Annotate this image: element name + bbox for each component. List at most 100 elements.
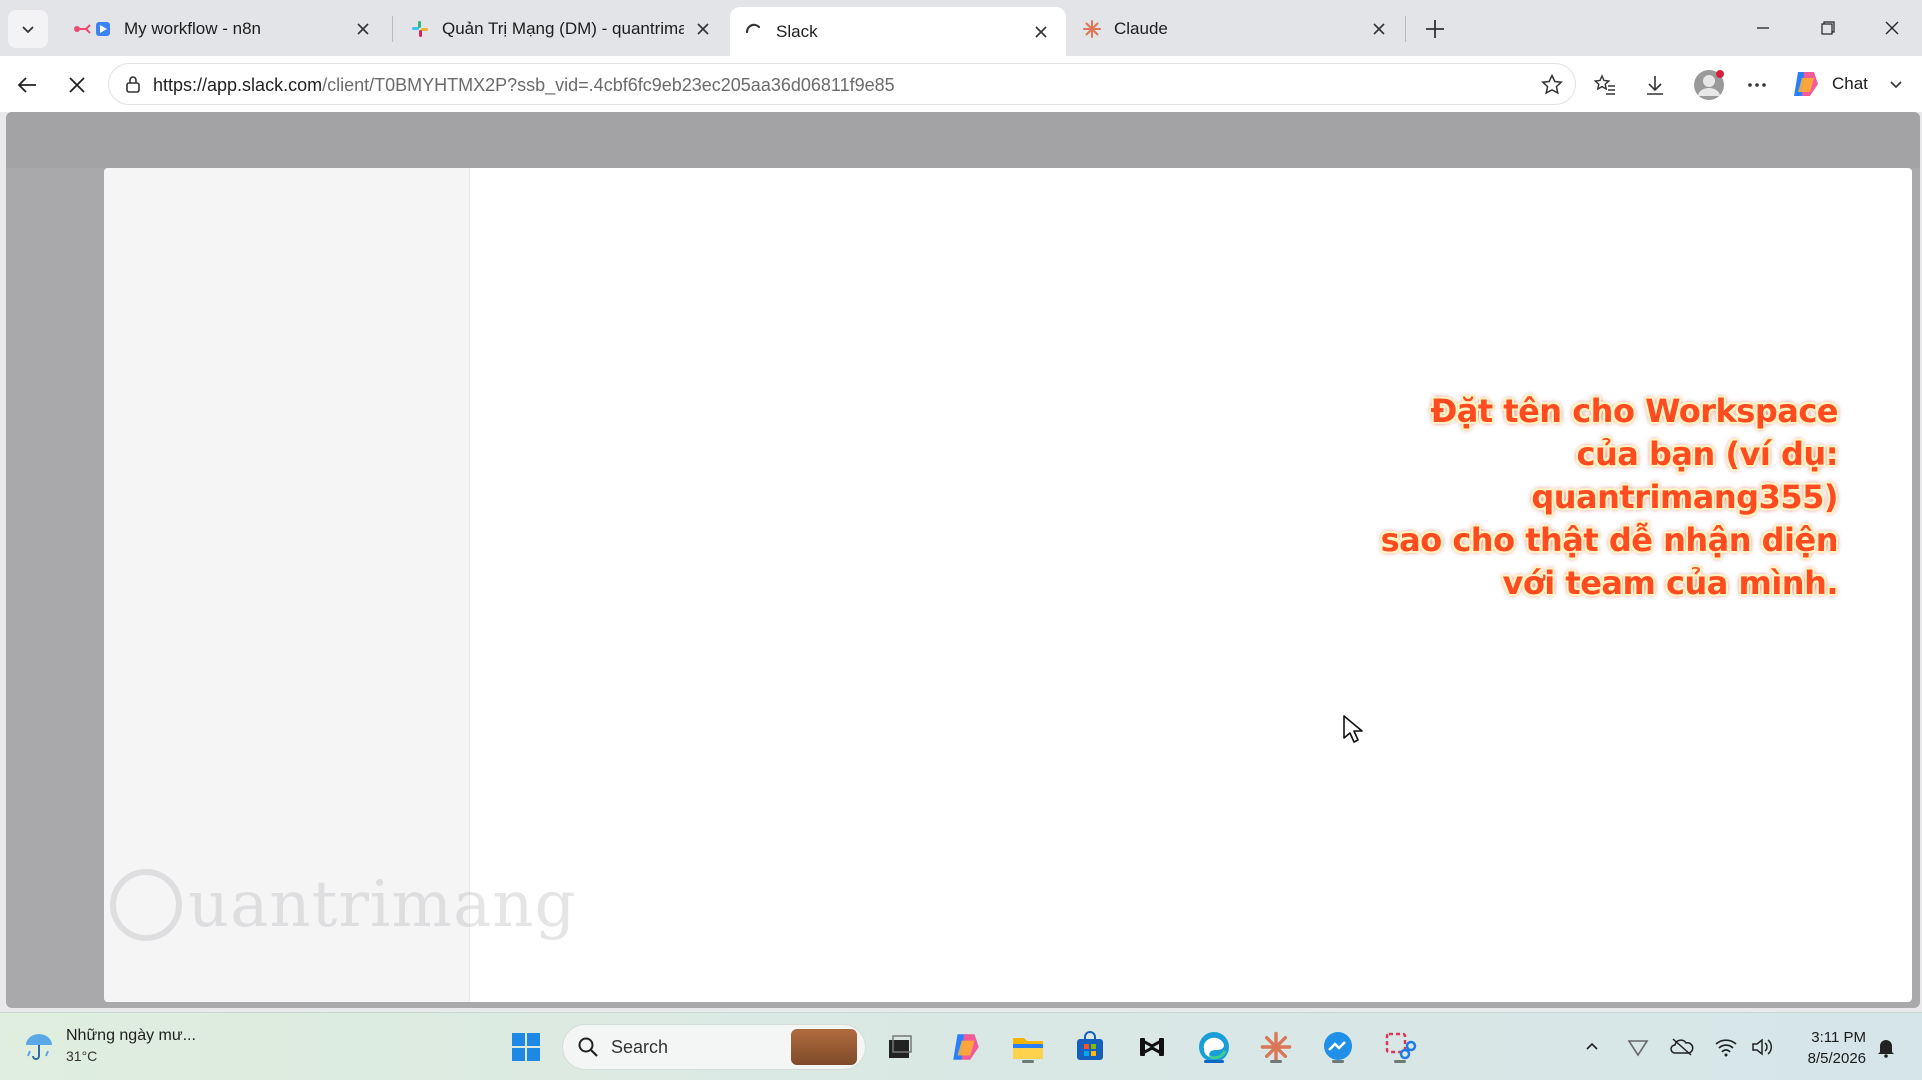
close-tab-icon[interactable] (352, 18, 374, 40)
copilot-chat-button[interactable]: Chat (1790, 66, 1904, 102)
tab-title: Claude (1114, 18, 1168, 38)
tab-title: My workflow - n8n (124, 18, 261, 38)
messenger-app-button[interactable] (1318, 1027, 1358, 1067)
copilot-icon (1794, 72, 1818, 96)
copilot-taskbar-button[interactable] (946, 1027, 986, 1067)
close-tab-icon[interactable] (692, 18, 714, 40)
show-hidden-icons-button[interactable] (1578, 1033, 1606, 1061)
close-icon (1885, 21, 1899, 35)
tab-separator (392, 16, 393, 42)
cloud-off-icon (1670, 1038, 1694, 1056)
capcut-icon (1140, 1038, 1164, 1056)
copilot-icon (953, 1034, 979, 1060)
search-highlight-image (791, 1029, 857, 1065)
slack-sidebar-placeholder: uantrimang (104, 168, 575, 1002)
chat-label: Chat (1832, 74, 1868, 93)
system-clock[interactable]: 3:11 PM 8/5/2026 (1788, 1027, 1866, 1069)
onedrive-tray-button[interactable] (1668, 1033, 1696, 1061)
downloads-button[interactable] (1638, 68, 1672, 102)
more-horizontal-icon (1748, 83, 1766, 87)
snipping-tool-icon (1385, 1032, 1417, 1060)
favorite-star-button[interactable] (1539, 72, 1565, 98)
microsoft-store-button[interactable] (1070, 1027, 1110, 1067)
tab-separator (1405, 16, 1406, 42)
weather-description: Những ngày mư... (66, 1027, 196, 1044)
back-button[interactable] (10, 68, 44, 102)
file-explorer-button[interactable] (1008, 1027, 1048, 1067)
browser-toolbar: https://app.slack.com/client/T0BMYHTMX2P… (0, 56, 1922, 112)
n8n-icon (72, 19, 112, 39)
loading-spinner-icon (744, 22, 764, 42)
minimize-button[interactable] (1738, 8, 1788, 48)
annotation-line: của bạn (ví dụ: quantrimang355) (1531, 435, 1838, 516)
tab-title: Quản Trị Mạng (DM) - quantrimang (442, 18, 684, 38)
start-button[interactable] (506, 1027, 546, 1067)
slack-top-bar-loading (6, 112, 1920, 168)
address-bar[interactable]: https://app.slack.com/client/T0BMYHTMX2P… (108, 63, 1576, 105)
page-viewport: uantrimang Đặt tên cho Workspace của bạn… (6, 112, 1920, 1008)
restore-icon (1821, 21, 1835, 35)
taskbar-search-box[interactable]: Search (562, 1024, 866, 1070)
download-icon (1647, 76, 1663, 95)
weather-widget[interactable]: Những ngày mư... 31°C (22, 1025, 196, 1067)
stop-loading-button[interactable] (60, 68, 94, 102)
clock-time: 3:11 PM (1811, 1029, 1866, 1046)
tab-title: Slack (776, 21, 818, 41)
tab-actions-menu-button[interactable] (8, 10, 48, 48)
browser-tab-strip: My workflow - n8n Quản Trị Mạng (DM) - q… (0, 0, 1922, 56)
network-tray-button[interactable] (1712, 1033, 1740, 1061)
site-info-icon[interactable] (123, 74, 143, 94)
close-tab-icon[interactable] (1030, 21, 1052, 43)
close-tab-icon[interactable] (1368, 18, 1390, 40)
watermark-logo-icon (110, 869, 182, 941)
favorites-list-icon (1593, 74, 1615, 95)
task-view-button[interactable] (880, 1027, 920, 1067)
notification-bell-icon (1878, 1040, 1894, 1058)
quantrimang-watermark: uantrimang (110, 868, 576, 942)
tab-quantrimang-slack[interactable]: Quản Trị Mạng (DM) - quantrimang (396, 7, 728, 50)
url-host: https://app.slack.com (153, 75, 323, 95)
store-bag-icon (1077, 1031, 1103, 1060)
weather-temperature: 31°C (66, 1048, 98, 1064)
windows-logo-icon (512, 1033, 540, 1061)
clock-date: 8/5/2026 (1807, 1050, 1866, 1067)
mouse-pointer-icon (1343, 715, 1363, 743)
chat-bubble-icon (1324, 1032, 1352, 1060)
avatar-icon (1694, 70, 1724, 100)
running-indicator (1022, 1060, 1034, 1063)
chevron-down-icon[interactable] (1888, 76, 1904, 92)
slack-workspace-loading-panel: uantrimang Đặt tên cho Workspace của bạn… (104, 168, 1912, 1002)
chevron-down-icon (22, 26, 34, 34)
claude-icon (1082, 19, 1102, 39)
volume-tray-button[interactable] (1748, 1033, 1776, 1061)
minimize-icon (1757, 27, 1769, 29)
vpn-tray-button[interactable] (1624, 1033, 1652, 1061)
windows-taskbar: Những ngày mư... 31°C Search 3:11 PM 8/5… (0, 1012, 1922, 1080)
snipping-tool-button[interactable] (1380, 1027, 1420, 1067)
favorites-button[interactable] (1588, 68, 1622, 102)
restore-button[interactable] (1803, 8, 1853, 48)
tab-slack[interactable]: Slack (730, 7, 1066, 56)
claude-app-button[interactable] (1256, 1027, 1296, 1067)
tab-claude[interactable]: Claude (1068, 7, 1404, 50)
star-icon (1540, 73, 1564, 95)
active-app-indicator (1204, 1060, 1224, 1063)
wifi-icon (1715, 1039, 1737, 1057)
rain-umbrella-icon (26, 1034, 52, 1060)
back-arrow-icon (17, 77, 36, 93)
annotation-line: với team của mình. (1502, 564, 1838, 602)
close-window-button[interactable] (1867, 8, 1917, 48)
tab-n8n[interactable]: My workflow - n8n (58, 7, 388, 50)
profile-button[interactable] (1690, 68, 1728, 102)
search-icon (578, 1037, 598, 1057)
annotation-line: sao cho thật dễ nhận diện (1380, 521, 1839, 559)
running-indicator (1270, 1060, 1282, 1063)
claude-icon (1260, 1031, 1292, 1063)
edge-browser-button[interactable] (1194, 1027, 1234, 1067)
capcut-button[interactable] (1132, 1027, 1172, 1067)
new-tab-button[interactable] (1418, 12, 1452, 46)
notifications-button[interactable] (1872, 1033, 1900, 1061)
instruction-annotation: Đặt tên cho Workspace của bạn (ví dụ: qu… (1278, 390, 1839, 605)
url-text[interactable]: https://app.slack.com/client/T0BMYHTMX2P… (153, 75, 895, 96)
settings-and-more-button[interactable] (1740, 68, 1774, 102)
